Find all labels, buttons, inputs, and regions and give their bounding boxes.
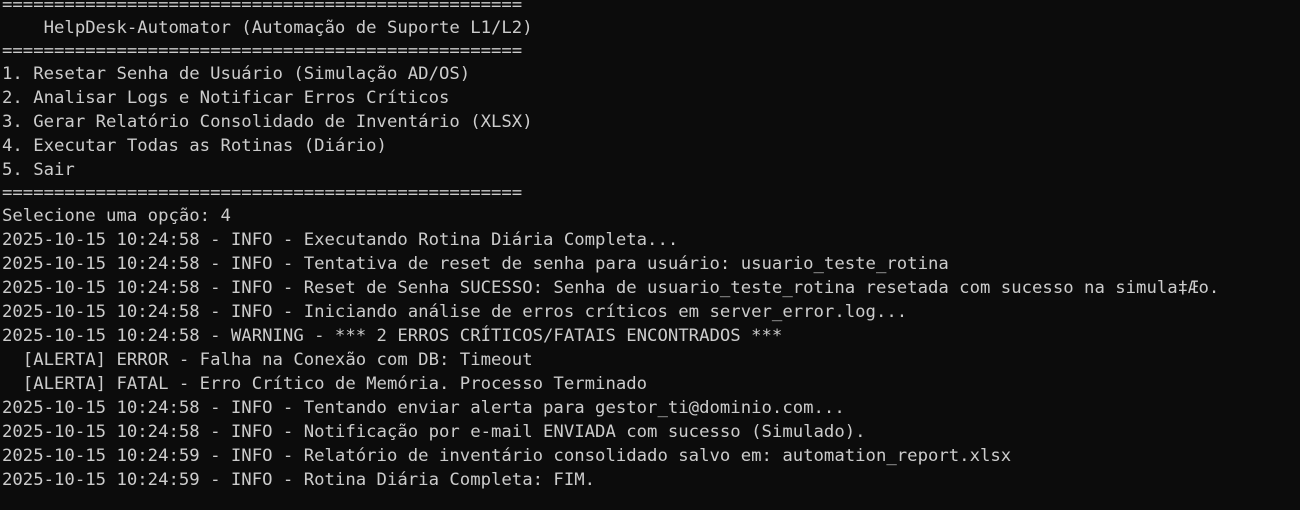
prompt-input[interactable]: 4 xyxy=(221,206,231,226)
separator-line: ========================================… xyxy=(2,183,523,203)
separator-line: ========================================… xyxy=(2,0,523,15)
app-title: HelpDesk-Automator (Automação de Suporte… xyxy=(2,18,533,38)
menu-item-exit: 5. Sair xyxy=(2,160,75,180)
menu-item-reset-password: 1. Resetar Senha de Usuário (Simulação A… xyxy=(2,64,471,84)
alert-line: [ALERTA] ERROR - Falha na Conexão com DB… xyxy=(2,350,533,370)
alert-line: [ALERTA] FATAL - Erro Crítico de Memória… xyxy=(2,374,648,394)
log-line: 2025-10-15 10:24:58 - INFO - Reset de Se… xyxy=(2,278,1220,298)
log-line: 2025-10-15 10:24:58 - INFO - Tentando en… xyxy=(2,398,845,418)
log-line: 2025-10-15 10:24:58 - INFO - Tentativa d… xyxy=(2,254,949,274)
log-line: 2025-10-15 10:24:58 - INFO - Notificação… xyxy=(2,422,866,442)
log-line: 2025-10-15 10:24:59 - INFO - Rotina Diár… xyxy=(2,470,596,490)
log-line: 2025-10-15 10:24:59 - INFO - Relatório d… xyxy=(2,446,1012,466)
log-line-warning: 2025-10-15 10:24:58 - WARNING - *** 2 ER… xyxy=(2,326,783,346)
prompt-line[interactable]: Selecione uma opção: 4 xyxy=(2,204,1300,228)
log-line: 2025-10-15 10:24:58 - INFO - Iniciando a… xyxy=(2,302,908,322)
menu-item-run-all: 4. Executar Todas as Rotinas (Diário) xyxy=(2,136,387,156)
prompt-label: Selecione uma opção: xyxy=(2,206,221,226)
log-line: 2025-10-15 10:24:58 - INFO - Executando … xyxy=(2,230,679,250)
separator-line: ========================================… xyxy=(2,41,523,61)
terminal-window[interactable]: ========================================… xyxy=(0,0,1300,510)
menu-item-inventory-report: 3. Gerar Relatório Consolidado de Invent… xyxy=(2,112,533,132)
menu-item-analyze-logs: 2. Analisar Logs e Notificar Erros Críti… xyxy=(2,88,450,108)
